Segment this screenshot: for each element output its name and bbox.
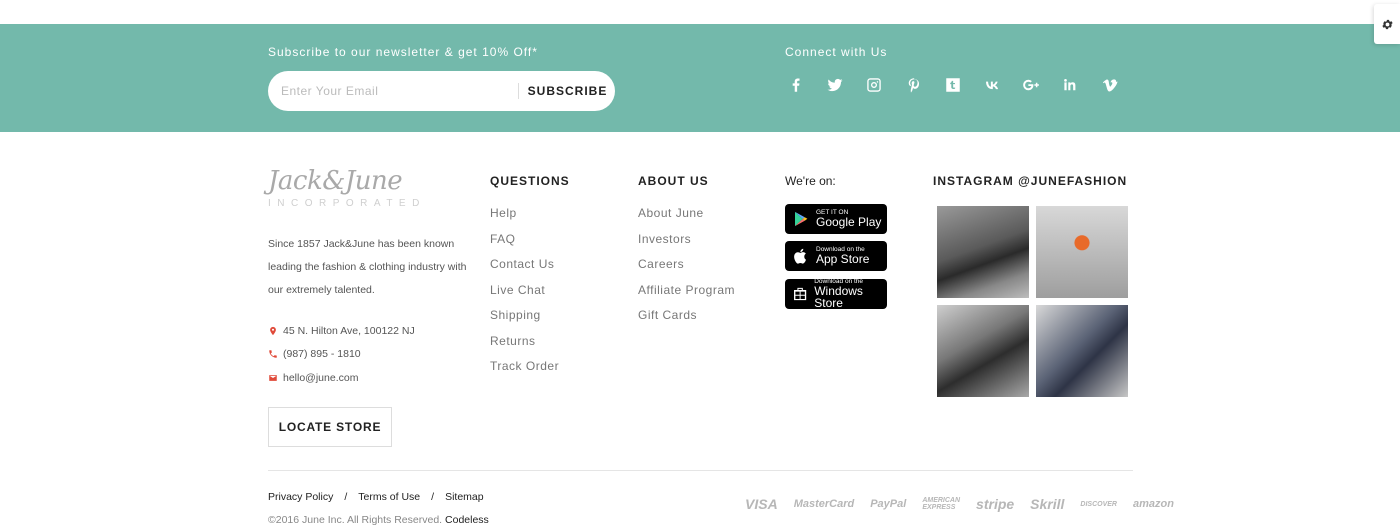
- logo-subtitle: INCORPORATED: [268, 198, 426, 209]
- phone-text[interactable]: (987) 895 - 1810: [283, 348, 361, 360]
- tumblr-icon: [946, 78, 960, 92]
- google-play-icon: [795, 211, 808, 227]
- facebook-icon: [792, 78, 800, 92]
- gear-icon: [1381, 19, 1393, 29]
- footer-link-affiliate-program[interactable]: Affiliate Program: [638, 283, 735, 309]
- tumblr-link[interactable]: [942, 75, 981, 95]
- privacy-policy-link[interactable]: Privacy Policy: [268, 491, 333, 503]
- footer-link-careers[interactable]: Careers: [638, 257, 735, 283]
- windows-store-big: Windows Store: [814, 284, 863, 311]
- footer-link-contact-us[interactable]: Contact Us: [490, 257, 559, 283]
- mail-icon: [269, 375, 277, 381]
- questions-links: Help FAQ Contact Us Live Chat Shipping R…: [490, 206, 559, 385]
- social-links: [785, 75, 1138, 95]
- map-pin-icon: [270, 326, 276, 336]
- footer-link-faq[interactable]: FAQ: [490, 232, 559, 258]
- google-plus-icon: [1023, 79, 1039, 91]
- copyright: ©2016 June Inc. All Rights Reserved. Cod…: [268, 514, 489, 526]
- paypal-logo: PayPal: [870, 498, 907, 510]
- windows-store-icon: [794, 287, 807, 301]
- link-separator: /: [344, 491, 348, 503]
- email-input[interactable]: [281, 71, 511, 111]
- settings-gear-button[interactable]: [1374, 4, 1400, 44]
- linkedin-link[interactable]: [1059, 75, 1098, 95]
- amex-logo: AMERICAN EXPRESS: [922, 497, 960, 511]
- instagram-photo[interactable]: [937, 206, 1029, 298]
- footer-link-investors[interactable]: Investors: [638, 232, 735, 258]
- newsletter-bar: Subscribe to our newsletter & get 10% Of…: [0, 24, 1400, 132]
- facebook-link[interactable]: [785, 75, 824, 95]
- phone-icon: [269, 350, 277, 358]
- twitter-link[interactable]: [824, 75, 863, 95]
- vimeo-icon: [1102, 79, 1117, 92]
- email-row: hello@june.com: [268, 372, 358, 384]
- instagram-title: INSTAGRAM @JUNEFASHION: [933, 174, 1128, 188]
- footer-divider: [268, 470, 1133, 471]
- questions-title: QUESTIONS: [490, 174, 570, 188]
- newsletter-form: SUBSCRIBE: [268, 71, 615, 111]
- google-play-badge[interactable]: GET IT ON Google Play: [785, 204, 887, 234]
- discover-logo: DISCOVER: [1080, 500, 1117, 508]
- locate-store-button[interactable]: LOCATE STORE: [268, 407, 392, 447]
- footer-link-track-order[interactable]: Track Order: [490, 359, 559, 385]
- footer-link-live-chat[interactable]: Live Chat: [490, 283, 559, 309]
- footer-link-help[interactable]: Help: [490, 206, 559, 232]
- instagram-photo[interactable]: [1036, 305, 1128, 397]
- google-play-big: Google Play: [816, 215, 882, 230]
- address-row: 45 N. Hilton Ave, 100122 NJ: [268, 325, 415, 337]
- footer-link-returns[interactable]: Returns: [490, 334, 559, 360]
- terms-of-use-link[interactable]: Terms of Use: [358, 491, 420, 503]
- form-divider: [518, 83, 519, 99]
- sitemap-link[interactable]: Sitemap: [445, 491, 484, 503]
- top-strip: [0, 0, 1400, 24]
- instagram-photo[interactable]: [937, 305, 1029, 397]
- logo-text: Jack&June: [268, 166, 403, 196]
- linkedin-icon: [1064, 79, 1076, 91]
- subscribe-button[interactable]: SUBSCRIBE: [520, 71, 615, 111]
- about-us-title: ABOUT US: [638, 174, 709, 188]
- about-us-links: About June Investors Careers Affiliate P…: [638, 206, 735, 334]
- pinterest-link[interactable]: [903, 75, 942, 95]
- link-separator: /: [431, 491, 435, 503]
- instagram-photo[interactable]: [1036, 206, 1128, 298]
- address-text: 45 N. Hilton Ave, 100122 NJ: [283, 325, 415, 337]
- amex-top: AMERICAN: [922, 497, 961, 504]
- footer-link-gift-cards[interactable]: Gift Cards: [638, 308, 735, 334]
- newsletter-title: Subscribe to our newsletter & get 10% Of…: [268, 45, 538, 59]
- vk-link[interactable]: [981, 75, 1020, 95]
- twitter-icon: [827, 78, 843, 92]
- email-text[interactable]: hello@june.com: [283, 372, 358, 384]
- credit-link[interactable]: Codeless: [445, 514, 489, 526]
- payment-methods: VISA MasterCard PayPal AMERICAN EXPRESS …: [745, 496, 1190, 512]
- apple-icon: [794, 248, 807, 264]
- google-play-text: GET IT ON Google Play: [816, 209, 882, 230]
- stripe-logo: stripe: [976, 496, 1015, 512]
- legal-links: Privacy Policy / Terms of Use / Sitemap: [268, 491, 484, 503]
- instagram-link[interactable]: [863, 75, 902, 95]
- footer-link-about-june[interactable]: About June: [638, 206, 735, 232]
- google-plus-link[interactable]: [1020, 75, 1059, 95]
- windows-store-text: Download on the Windows Store: [814, 278, 887, 311]
- about-text: Since 1857 Jack&June has been known lead…: [268, 238, 467, 296]
- windows-store-badge[interactable]: Download on the Windows Store: [785, 278, 887, 311]
- instagram-grid: [937, 206, 1128, 397]
- footer-link-shipping[interactable]: Shipping: [490, 308, 559, 334]
- amazon-logo: amazon: [1132, 498, 1174, 510]
- copyright-text: ©2016 June Inc. All Rights Reserved.: [268, 514, 443, 526]
- connect-title: Connect with Us: [785, 45, 888, 59]
- app-store-text: Download on the App Store: [816, 246, 870, 267]
- app-store-big: App Store: [816, 252, 870, 267]
- vimeo-link[interactable]: [1099, 75, 1138, 95]
- phone-row: (987) 895 - 1810: [268, 348, 361, 360]
- vk-icon: [985, 81, 999, 90]
- amex-bottom: EXPRESS: [922, 504, 956, 511]
- stores-title: We're on:: [785, 174, 836, 188]
- skrill-logo: Skrill: [1030, 496, 1065, 512]
- visa-logo: VISA: [745, 496, 778, 512]
- pinterest-icon: [908, 78, 919, 93]
- brand-logo[interactable]: Jack&June INCORPORATED: [268, 166, 426, 209]
- app-store-badge[interactable]: Download on the App Store: [785, 241, 887, 271]
- mastercard-logo: MasterCard: [793, 498, 855, 510]
- instagram-icon: [867, 78, 882, 92]
